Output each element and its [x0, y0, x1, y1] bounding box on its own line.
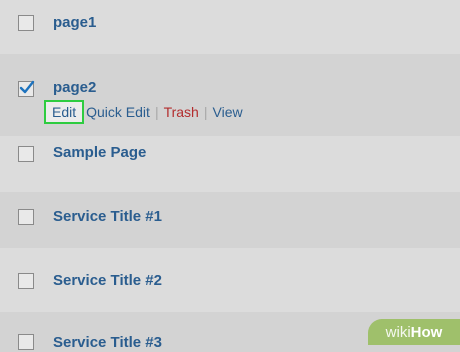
row-checkbox-sample-page[interactable]	[18, 146, 34, 162]
row-checkbox-page2[interactable]	[18, 80, 35, 97]
row-title-service-title-3[interactable]: Service Title #3	[53, 334, 162, 351]
row-title-service-title-2[interactable]: Service Title #2	[53, 272, 162, 289]
edit-link[interactable]: Edit	[44, 100, 85, 124]
row-title-sample-page[interactable]: Sample Page	[53, 144, 146, 161]
watermark-wiki: wiki	[385, 323, 411, 341]
row-checkbox-service-title-2[interactable]	[18, 273, 34, 289]
checkmark-icon	[19, 80, 35, 94]
row-actions: Edit Quick Edit | Trash | View	[44, 99, 243, 125]
table-row: Service Title #2	[0, 248, 460, 312]
row-checkbox-page1[interactable]	[18, 15, 34, 31]
row-checkbox-service-title-3[interactable]	[18, 334, 34, 350]
trash-link[interactable]: Trash	[164, 104, 199, 120]
action-separator: |	[154, 104, 159, 120]
watermark-how: How	[410, 323, 443, 341]
table-row: Service Title #1	[0, 192, 460, 248]
view-link[interactable]: View	[213, 104, 243, 120]
row-checkbox-service-title-1[interactable]	[18, 209, 34, 225]
row-title-page2[interactable]: page2	[53, 79, 96, 96]
table-row: page2 Edit Quick Edit | Trash | View	[0, 54, 460, 136]
wikihow-watermark: wiki How	[368, 319, 460, 345]
quick-edit-link[interactable]: Quick Edit	[86, 104, 150, 120]
action-separator: |	[203, 104, 208, 120]
table-row: page1	[0, 0, 460, 54]
table-row: Sample Page	[0, 136, 460, 192]
row-title-page1[interactable]: page1	[53, 14, 96, 31]
row-title-service-title-1[interactable]: Service Title #1	[53, 208, 162, 225]
